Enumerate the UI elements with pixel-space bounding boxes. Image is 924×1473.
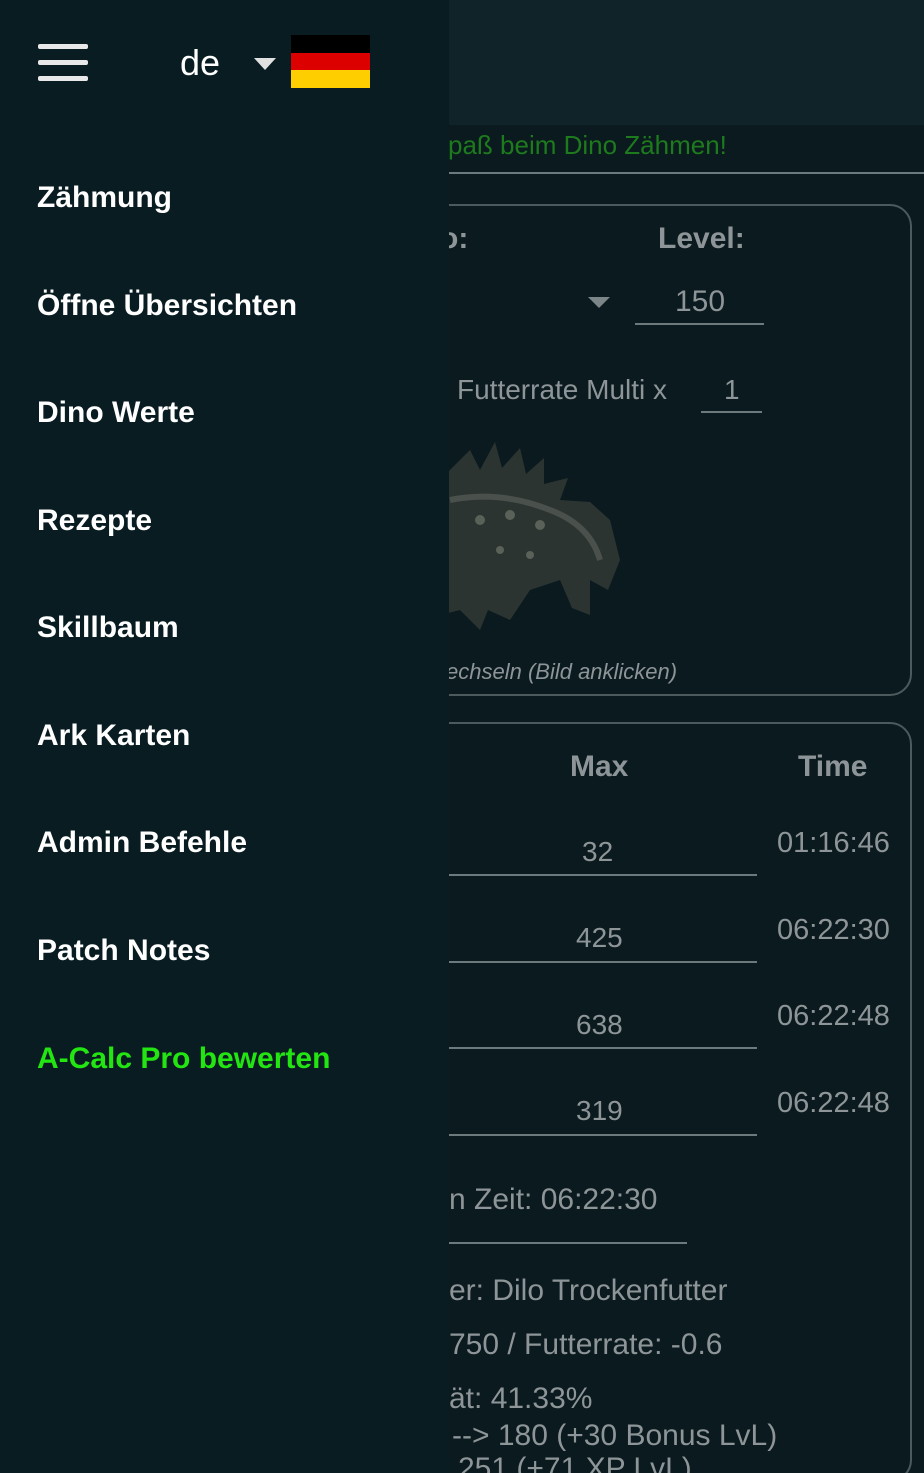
row-underline [449,961,757,963]
time-summary: n Zeit: 06:22:30 [449,1183,658,1216]
dino-image[interactable] [440,440,630,640]
xp-result-text: 251 (+71 XP LvL) [458,1452,692,1473]
menu-item-taming[interactable]: Zähmung [0,144,449,252]
german-flag-icon[interactable] [291,35,370,88]
level-label: Level: [658,222,745,255]
max-value[interactable]: 638 [576,1009,623,1041]
row-underline [449,1047,757,1049]
food-value-text: 750 / Futterrate: -0.6 [449,1328,723,1361]
max-value[interactable]: 425 [576,922,623,954]
level-input[interactable]: 150 [675,285,725,319]
level-input-underline [635,323,764,325]
max-value[interactable]: 319 [576,1095,623,1127]
language-select[interactable]: de [176,40,286,90]
menu-item-patch-notes[interactable]: Patch Notes [0,897,449,1005]
menu-item-admin-commands[interactable]: Admin Befehle [0,789,449,897]
menu-item-dino-stats[interactable]: Dino Werte [0,359,449,467]
menu-item-ark-maps[interactable]: Ark Karten [0,682,449,790]
app-header: de [0,0,924,125]
menu-item-rate-app[interactable]: A-Calc Pro bewerten [0,1005,449,1113]
time-value: 06:22:48 [777,1087,890,1119]
language-value: de [180,42,221,83]
image-hint: echseln (Bild anklicken) [446,659,678,684]
time-value: 01:16:46 [777,827,890,859]
level-result-text: --> 180 (+30 Bonus LvL) [452,1419,778,1452]
time-column-header: Time [798,750,868,783]
food-text: er: Dilo Trockenfutter [449,1274,728,1307]
menu-item-overviews[interactable]: Öffne Übersichten [0,252,449,360]
summary-underline [449,1242,687,1244]
time-value: 06:22:30 [777,914,890,946]
time-value: 06:22:48 [777,1000,890,1032]
hamburger-menu-icon[interactable] [38,44,90,82]
effectiveness-text: ät: 41.33% [449,1382,593,1415]
food-rate-label: Futterrate Multi x [457,374,668,405]
menu-item-skill-tree[interactable]: Skillbaum [0,574,449,682]
food-rate-input[interactable]: 1 [724,374,740,406]
food-rate-underline [701,411,762,413]
dino-dropdown-caret-icon[interactable] [588,297,610,308]
max-column-header: Max [570,750,629,783]
welcome-text: paß beim Dino Zähmen! [448,130,727,160]
row-underline [449,874,757,876]
row-underline [449,1134,757,1136]
max-value[interactable]: 32 [582,836,613,868]
menu-item-recipes[interactable]: Rezepte [0,467,449,575]
chevron-down-icon [254,58,276,70]
